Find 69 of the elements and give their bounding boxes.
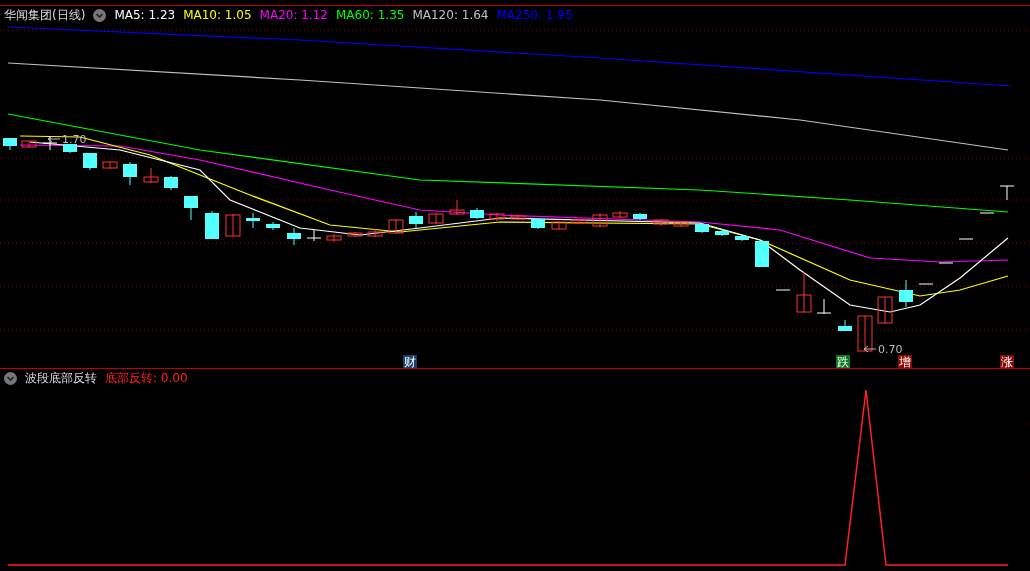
candlestick: [287, 227, 301, 246]
candlestick: [205, 210, 219, 240]
candlestick: [164, 175, 178, 191]
candlestick: [388, 218, 404, 235]
price-label: 1.70: [62, 133, 87, 146]
candlestick: [958, 238, 974, 240]
candlestick: [347, 231, 363, 238]
event-marker[interactable]: 财: [403, 355, 417, 368]
candlestick: [633, 212, 647, 221]
candlestick: [612, 210, 628, 219]
moving-average-label: MA5: 1.23: [114, 7, 176, 24]
candlestick: [63, 143, 77, 154]
candlestick: [551, 220, 567, 231]
candlestick: [695, 222, 709, 234]
candlestick: [21, 140, 37, 149]
candlestick: [246, 212, 260, 229]
moving-average-label: MA60: 1.35: [336, 7, 405, 24]
candlestick: [755, 239, 769, 268]
price-label: 0.70: [878, 343, 903, 356]
candlestick: [999, 185, 1015, 201]
candlestick: [470, 207, 484, 220]
candlestick: [42, 135, 58, 151]
candlestick: [489, 212, 505, 222]
candlestick: [306, 229, 322, 242]
price-arrow: [863, 345, 877, 353]
candlestick: [816, 298, 832, 315]
candlestick: [102, 161, 118, 170]
chart-title: 华闻集团(日线): [4, 7, 86, 24]
event-marker[interactable]: 跌: [836, 355, 850, 368]
candlestick: [510, 213, 526, 221]
candlestick: [409, 211, 423, 229]
candlestick: [838, 319, 852, 332]
event-marker[interactable]: 增: [898, 355, 912, 368]
candlestick: [143, 167, 159, 184]
candlestick: [592, 212, 608, 228]
moving-average-label: MA250: 1.95: [496, 7, 573, 24]
candlestick: [673, 220, 689, 228]
candlestick: [184, 195, 198, 221]
candlestick: [3, 137, 17, 151]
candlestick: [877, 296, 893, 325]
candlestick: [857, 315, 873, 352]
moving-average-label: MA120: 1.64: [412, 7, 489, 24]
candlestick: [899, 279, 913, 308]
moving-average-label: MA10: 1.05: [183, 7, 252, 24]
candlestick: [571, 218, 587, 225]
dropdown-icon[interactable]: [4, 372, 17, 385]
candlestick: [531, 217, 545, 230]
candlestick: [735, 234, 749, 242]
candlestick: [715, 228, 729, 237]
event-marker[interactable]: 涨: [1000, 355, 1014, 368]
candlestick: [83, 152, 97, 171]
dropdown-icon[interactable]: [93, 8, 107, 22]
candlestick: [123, 161, 137, 186]
candlestick: [266, 221, 280, 231]
candlestick: [775, 289, 791, 291]
candlestick: [449, 199, 465, 216]
candlestick: [428, 212, 444, 225]
candlestick: [918, 283, 934, 285]
candlestick: [367, 228, 383, 238]
indicator-name: 波段底部反转: [25, 370, 97, 387]
moving-average-label: MA20: 1.12: [259, 7, 328, 24]
candlestick: [653, 218, 669, 227]
indicator-value: 底部反转: 0.00: [105, 370, 188, 387]
candlestick: [326, 233, 342, 243]
candlestick: [225, 213, 241, 237]
candlestick: [796, 271, 812, 313]
price-arrow: [47, 135, 61, 143]
candlestick: [938, 262, 954, 264]
candlestick: [979, 212, 995, 214]
